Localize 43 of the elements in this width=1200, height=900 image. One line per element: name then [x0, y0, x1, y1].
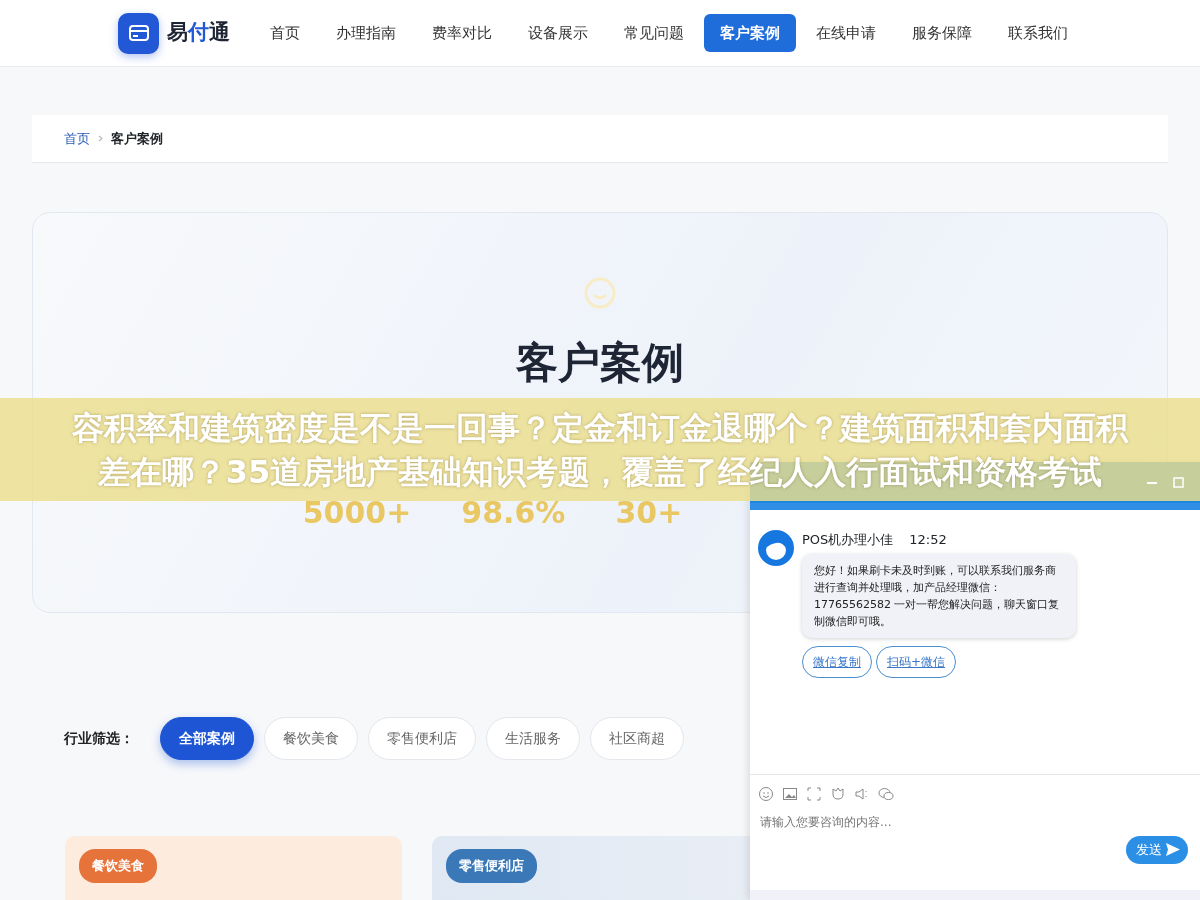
- filter-chip[interactable]: 社区商超: [590, 717, 684, 760]
- breadcrumb-separator-icon: [98, 135, 103, 142]
- nav-tab[interactable]: 费率对比: [416, 13, 508, 53]
- nav-tab[interactable]: 设备展示: [512, 13, 604, 53]
- tulip-icon[interactable]: [830, 785, 846, 802]
- logo-icon[interactable]: [118, 12, 159, 54]
- chat-bubbles-icon[interactable]: [878, 785, 894, 802]
- minimize-icon[interactable]: [1147, 481, 1157, 484]
- stat-number: 5000+: [302, 494, 412, 532]
- filter-chip[interactable]: 零售便利店: [368, 717, 476, 760]
- send-icon[interactable]: [1166, 843, 1180, 857]
- nav-tab[interactable]: 在线申请: [800, 13, 892, 53]
- image-icon[interactable]: [782, 785, 798, 802]
- breadcrumb-current: 客户案例: [111, 129, 163, 148]
- hero-title: 客户案例: [516, 337, 684, 389]
- nav-tab[interactable]: 联系我们: [992, 13, 1084, 53]
- filter-chip[interactable]: 餐饮美食: [264, 717, 358, 760]
- sender-name: POS机办理小佳: [802, 531, 894, 549]
- filter-chip[interactable]: 全部案例: [160, 717, 254, 760]
- nav-tab[interactable]: 办理指南: [320, 13, 412, 53]
- nav-tab[interactable]: 客户案例: [704, 13, 796, 53]
- message-bubble: 您好！如果刷卡未及时到账，可以联系我们服务商进行查询并处理哦，加产品经理微信：17765562582 一对一帮您解决问题，聊天窗口复制微信即可哦。: [802, 553, 1076, 638]
- nav-tab[interactable]: 服务保障: [896, 13, 988, 53]
- speaker-icon[interactable]: [854, 785, 870, 802]
- nav-tab[interactable]: 常见问题: [608, 13, 700, 53]
- category-tag: 零售便利店: [446, 849, 537, 883]
- screenshot-icon[interactable]: [806, 785, 822, 802]
- maximize-icon[interactable]: [1173, 477, 1184, 488]
- quick-action-button[interactable]: 扫码+微信: [876, 645, 957, 678]
- agent-avatar-icon: [758, 530, 794, 566]
- emoji-icon[interactable]: [758, 785, 774, 802]
- headline-text: 容积率和建筑密度是不是一回事？定金和订金退哪个？建筑面积和套内面积差在哪？35道房地产基础知识考题，覆盖了经纪人入行面试和资格考试: [71, 407, 1130, 493]
- nav-tab[interactable]: 首页: [254, 13, 316, 53]
- breadcrumb-link[interactable]: 首页: [64, 128, 90, 149]
- filter-label: 行业筛选：: [64, 729, 134, 748]
- smile-icon: [584, 277, 616, 309]
- category-tag: 餐饮美食: [79, 849, 157, 883]
- stat-number: 98.6%: [461, 494, 566, 532]
- message-time: 12:52: [909, 531, 947, 549]
- filter-chip[interactable]: 生活服务: [486, 717, 580, 760]
- stat-number: 30+: [615, 494, 683, 532]
- quick-action-button[interactable]: 微信复制: [802, 645, 872, 678]
- brand-name[interactable]: 易付通: [167, 17, 230, 49]
